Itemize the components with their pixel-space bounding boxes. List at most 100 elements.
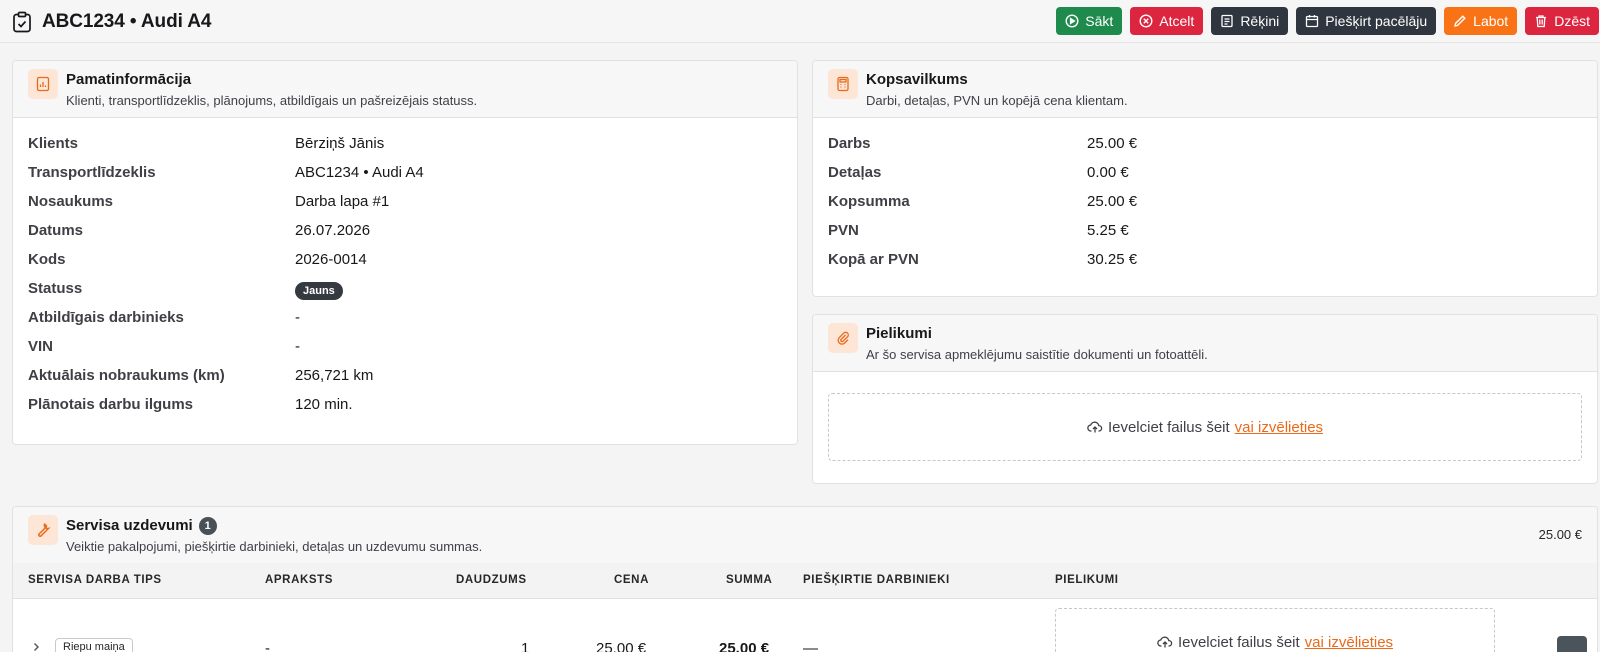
attachments-title: Pielikumi xyxy=(866,325,932,342)
calculator-icon xyxy=(837,76,849,92)
pencil-icon xyxy=(1454,15,1466,27)
attachments-dropzone[interactable]: Ievelciet failus šeit vai izvēlieties xyxy=(828,393,1582,461)
paperclip-icon xyxy=(837,331,849,345)
field-value: 26.07.2026 xyxy=(295,222,371,239)
basic-info-header: Pamatinformācija Klienti, transportlīdze… xyxy=(13,61,797,118)
invoices-button-label: Rēķini xyxy=(1240,13,1280,29)
field-label: Klients xyxy=(28,135,79,152)
row-price: 25.00 € xyxy=(596,640,647,652)
page-header: ABC1234 • Audi A4 Sākt Atcelt Rēķini Pie… xyxy=(0,0,1600,43)
basic-info-title: Pamatinformācija xyxy=(66,71,192,88)
cancel-button-label: Atcelt xyxy=(1159,13,1195,29)
field-label: Plānotais darbu ilgums xyxy=(28,396,194,413)
basic-info-subtitle: Klienti, transportlīdzeklis, plānojums, … xyxy=(66,93,478,108)
field-label: VIN xyxy=(28,338,54,355)
vehicle-link[interactable]: ABC1234 • Audi A4 xyxy=(295,164,424,181)
field-value: - xyxy=(295,309,300,326)
field-value: 256,721 km xyxy=(295,367,374,384)
summary-label: Detaļas xyxy=(828,164,882,181)
service-tasks-card: Servisa uzdevumi 1 Veiktie pakalpojumi, p… xyxy=(12,506,1598,652)
row-quantity: 1 xyxy=(521,640,530,652)
cancel-button[interactable]: Atcelt xyxy=(1130,7,1204,35)
field-value: 2026-0014 xyxy=(295,251,367,268)
summary-value: 30.25 € xyxy=(1087,251,1138,268)
field-value: - xyxy=(295,338,300,355)
column-header: CENA xyxy=(614,574,649,586)
cloud-upload-icon xyxy=(1087,421,1103,433)
chart-document-icon xyxy=(36,76,50,92)
header-actions: Sākt Atcelt Rēķini Piešķirt pacēlāju Lab… xyxy=(1056,7,1599,35)
invoices-button[interactable]: Rēķini xyxy=(1211,7,1289,35)
summary-value: 0.00 € xyxy=(1087,164,1129,181)
delete-button[interactable]: Dzēst xyxy=(1525,7,1599,35)
summary-subtitle: Darbi, detaļas, PVN un kopējā cena klien… xyxy=(866,93,1128,108)
wrench-icon xyxy=(38,523,51,537)
table-row: Riepu maiņa - 1 25.00 € 25.00 € — Ievelc… xyxy=(13,600,1597,652)
field-value: 120 min. xyxy=(295,396,353,413)
tasks-total: 25.00 € xyxy=(1538,527,1582,542)
summary-icon-wrap xyxy=(828,69,858,99)
summary-label: Kopā ar PVN xyxy=(828,251,919,268)
row-sum: 25.00 € xyxy=(719,640,770,652)
row-attachments-dropzone[interactable]: Ievelciet failus šeit vai izvēlieties xyxy=(1055,608,1495,652)
basic-info-card: Pamatinformācija Klienti, transportlīdze… xyxy=(12,60,798,445)
row-workers: — xyxy=(803,640,818,652)
dropzone-text: Ievelciet failus šeit xyxy=(1177,634,1300,651)
attachments-card: Pielikumi Ar šo servisa apmeklējumu sais… xyxy=(812,314,1598,484)
choose-files-link[interactable]: vai izvēlieties xyxy=(1235,419,1323,436)
clipboard-check-icon xyxy=(13,11,31,33)
column-header: SERVISA DARBA TIPS xyxy=(28,574,162,586)
play-circle-icon xyxy=(1065,14,1079,28)
column-header: PIEŠĶIRTIE DARBINIEKI xyxy=(803,574,950,586)
calendar-icon xyxy=(1306,15,1319,28)
field-label: Kods xyxy=(28,251,66,268)
choose-files-link[interactable]: vai izvēlieties xyxy=(1305,634,1393,651)
task-count-badge: 1 xyxy=(198,517,217,535)
summary-label: Darbs xyxy=(828,135,871,152)
x-circle-icon xyxy=(1139,14,1153,28)
summary-label: Kopsumma xyxy=(828,193,910,210)
cloud-upload-icon xyxy=(1157,636,1173,648)
column-header: APRAKSTS xyxy=(265,574,334,586)
receipt-icon xyxy=(1221,14,1233,28)
edit-button-label: Labot xyxy=(1473,13,1509,29)
client-link[interactable]: Bērziņš Jānis xyxy=(295,135,384,152)
summary-header: Kopsavilkums Darbi, detaļas, PVN un kopē… xyxy=(813,61,1597,118)
summary-value: 5.25 € xyxy=(1087,222,1129,239)
delete-button-label: Dzēst xyxy=(1554,13,1590,29)
trash-icon xyxy=(1536,15,1547,28)
start-button-label: Sākt xyxy=(1085,13,1114,29)
service-type-tag: Riepu maiņa xyxy=(55,638,133,652)
column-header: DAUDZUMS xyxy=(456,574,527,586)
field-value: Darba lapa #1 xyxy=(295,193,390,210)
start-button[interactable]: Sākt xyxy=(1056,7,1123,35)
tasks-table-header: SERVISA DARBA TIPS APRAKSTS DAUDZUMS CEN… xyxy=(13,563,1597,599)
attachments-header: Pielikumi Ar šo servisa apmeklējumu sais… xyxy=(813,315,1597,372)
field-label: Statuss xyxy=(28,280,83,297)
column-header: PIELIKUMI xyxy=(1055,574,1119,586)
assign-lift-button-label: Piešķirt pacēlāju xyxy=(1325,13,1428,29)
service-tasks-header: Servisa uzdevumi 1 Veiktie pakalpojumi, p… xyxy=(13,507,1597,564)
service-tasks-icon-wrap xyxy=(28,515,58,545)
field-label: Transportlīdzeklis xyxy=(28,164,156,181)
field-label: Nosaukums xyxy=(28,193,114,210)
dropzone-text: Ievelciet failus šeit xyxy=(1107,418,1230,436)
page-title: ABC1234 • Audi A4 xyxy=(42,11,212,32)
chevron-right-icon[interactable] xyxy=(31,642,41,652)
status-badge: Jauns xyxy=(295,282,343,300)
assign-lift-button[interactable]: Piešķirt pacēlāju xyxy=(1296,7,1437,35)
summary-value: 25.00 € xyxy=(1087,135,1138,152)
column-header: SUMMA xyxy=(726,574,773,586)
service-tasks-subtitle: Veiktie pakalpojumi, piešķirtie darbinie… xyxy=(66,539,483,554)
service-tasks-title: Servisa uzdevumi xyxy=(66,517,193,534)
service-tasks-title-wrap: Servisa uzdevumi 1 xyxy=(66,517,217,535)
summary-label: PVN xyxy=(828,222,859,239)
row-actions-button[interactable] xyxy=(1557,636,1587,652)
field-label: Datums xyxy=(28,222,84,239)
edit-button[interactable]: Labot xyxy=(1444,7,1518,35)
summary-value: 25.00 € xyxy=(1087,193,1138,210)
field-label: Aktuālais nobraukums (km) xyxy=(28,367,225,384)
summary-title: Kopsavilkums xyxy=(866,71,968,88)
summary-card: Kopsavilkums Darbi, detaļas, PVN un kopē… xyxy=(812,60,1598,297)
attachments-icon-wrap xyxy=(828,323,858,353)
